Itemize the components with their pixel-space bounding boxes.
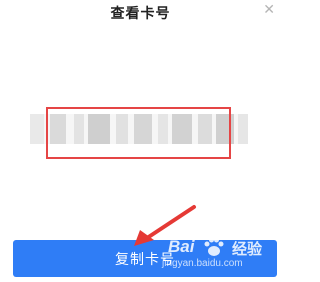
card-number-highlight-box bbox=[46, 107, 231, 159]
watermark-brand: Bai bbox=[168, 237, 195, 256]
baidu-jingyan-watermark: Bai 经验 jingyan.baidu.com bbox=[160, 234, 280, 274]
watermark-url: jingyan.baidu.com bbox=[162, 258, 243, 269]
paw-icon bbox=[204, 237, 224, 256]
dialog-title: 查看卡号 bbox=[110, 6, 171, 22]
view-card-number-dialog: 查看卡号 ✕ 复制卡号 Bai 经验 jingyan.baidu.com bbox=[0, 0, 281, 282]
watermark-suffix: 经验 bbox=[232, 240, 263, 258]
close-icon[interactable]: ✕ bbox=[263, 3, 275, 17]
